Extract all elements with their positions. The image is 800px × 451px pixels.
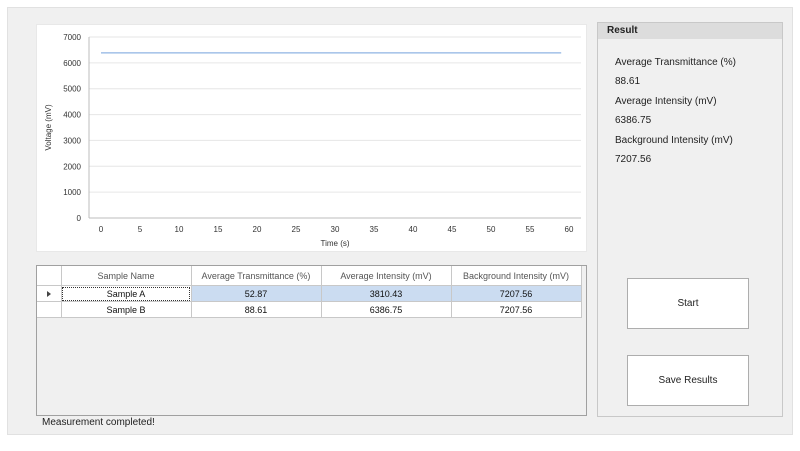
table-cell[interactable]: 7207.56 bbox=[451, 285, 582, 302]
y-tick-label: 1000 bbox=[63, 188, 81, 197]
x-tick-label: 30 bbox=[331, 225, 340, 234]
x-tick-label: 5 bbox=[138, 225, 143, 234]
avg-intensity-value: 6386.75 bbox=[615, 115, 652, 126]
x-tick-label: 10 bbox=[175, 225, 184, 234]
table-cell[interactable]: 3810.43 bbox=[321, 285, 452, 302]
row-selector[interactable] bbox=[37, 285, 62, 302]
y-tick-label: 5000 bbox=[63, 85, 81, 94]
app-window: 0 1000 2000 3000 4000 5000 6000 7000 0 5 10 15 20 25 3… bbox=[7, 7, 793, 435]
status-message: Measurement completed! bbox=[42, 417, 155, 428]
grid-header-row: Sample Name Average Transmittance (%) Av… bbox=[37, 266, 582, 286]
avg-intensity-label: Average Intensity (mV) bbox=[615, 96, 717, 107]
y-tick-label: 4000 bbox=[63, 111, 81, 120]
table-cell[interactable]: Sample A bbox=[61, 285, 192, 302]
column-header-sample-name[interactable]: Sample Name bbox=[61, 266, 192, 286]
results-grid[interactable]: Sample Name Average Transmittance (%) Av… bbox=[36, 265, 587, 416]
bg-intensity-value: 7207.56 bbox=[615, 154, 652, 165]
column-header-avg-transmittance[interactable]: Average Transmittance (%) bbox=[191, 266, 322, 286]
y-axis-label: Voltage (mV) bbox=[44, 104, 53, 151]
x-tick-label: 55 bbox=[526, 225, 535, 234]
voltage-chart: 0 1000 2000 3000 4000 5000 6000 7000 0 5 10 15 20 25 3… bbox=[36, 24, 587, 252]
y-tick-label: 6000 bbox=[63, 59, 81, 68]
y-tick-label: 3000 bbox=[63, 136, 81, 145]
chart-svg: 0 1000 2000 3000 4000 5000 6000 7000 0 5 10 15 20 25 3… bbox=[44, 33, 581, 248]
result-title: Result bbox=[598, 23, 782, 39]
avg-transmittance-label: Average Transmittance (%) bbox=[615, 57, 736, 68]
save-results-button[interactable]: Save Results bbox=[627, 355, 749, 406]
y-tick-label: 7000 bbox=[63, 33, 81, 42]
bg-intensity-label: Background Intensity (mV) bbox=[615, 135, 733, 146]
x-tick-label: 20 bbox=[253, 225, 262, 234]
table-cell[interactable]: 88.61 bbox=[191, 301, 322, 318]
row-header-corner bbox=[37, 266, 62, 286]
x-tick-label: 60 bbox=[565, 225, 574, 234]
result-panel: Result Average Transmittance (%) 88.61 A… bbox=[597, 22, 783, 417]
x-tick-label: 45 bbox=[448, 225, 457, 234]
table-row[interactable]: Sample B 88.61 6386.75 7207.56 bbox=[37, 301, 582, 318]
x-axis-label: Time (s) bbox=[320, 239, 349, 248]
row-selector[interactable] bbox=[37, 301, 62, 318]
x-tick-label: 40 bbox=[409, 225, 418, 234]
x-tick-label: 25 bbox=[292, 225, 301, 234]
table-cell[interactable]: 52.87 bbox=[191, 285, 322, 302]
table-row[interactable]: Sample A 52.87 3810.43 7207.56 bbox=[37, 285, 582, 302]
current-row-arrow-icon bbox=[46, 290, 51, 297]
column-header-avg-intensity[interactable]: Average Intensity (mV) bbox=[321, 266, 452, 286]
x-tick-label: 0 bbox=[99, 225, 104, 234]
y-tick-label: 2000 bbox=[63, 162, 81, 171]
column-header-bg-intensity[interactable]: Background Intensity (mV) bbox=[451, 266, 582, 286]
table-cell[interactable]: Sample B bbox=[61, 301, 192, 318]
x-tick-label: 50 bbox=[487, 225, 496, 234]
x-tick-label: 15 bbox=[214, 225, 223, 234]
avg-transmittance-value: 88.61 bbox=[615, 76, 641, 87]
x-tick-label: 35 bbox=[370, 225, 379, 234]
y-tick-label: 0 bbox=[77, 214, 82, 223]
start-button[interactable]: Start bbox=[627, 278, 749, 329]
table-cell[interactable]: 6386.75 bbox=[321, 301, 452, 318]
table-cell[interactable]: 7207.56 bbox=[451, 301, 582, 318]
